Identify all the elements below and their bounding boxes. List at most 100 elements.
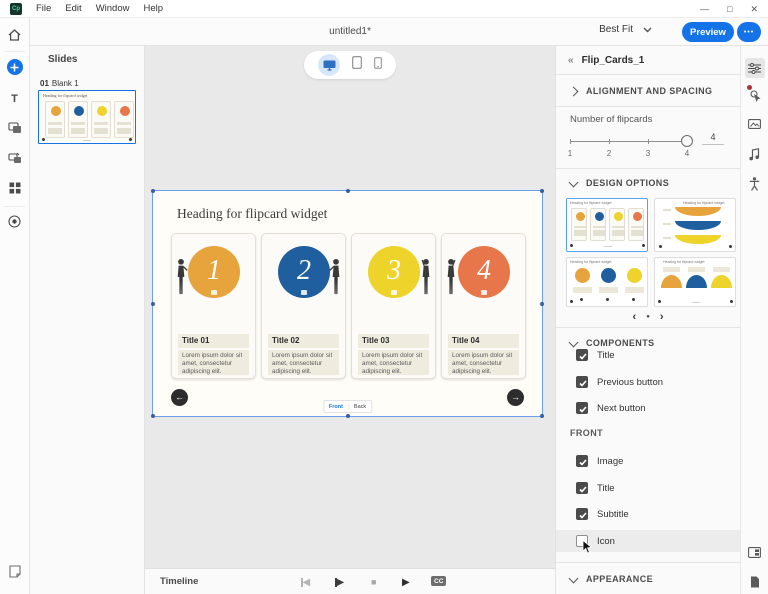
pager-next-icon[interactable]: ›: [660, 311, 664, 323]
slide-stage[interactable]: Heading for flipcard widget 1 Title 01 L…: [152, 190, 543, 417]
header-bar: untitled1* Best Fit Preview •••: [0, 18, 768, 46]
card-title: Title 02: [268, 334, 339, 348]
add-object-icon[interactable]: [6, 58, 24, 76]
resize-handle[interactable]: [540, 414, 544, 418]
menu-help[interactable]: Help: [143, 3, 163, 14]
front-title-row[interactable]: Title: [556, 477, 740, 499]
design-options-section-header[interactable]: DESIGN OPTIONS: [556, 170, 740, 196]
flipcard-2[interactable]: 2 Title 02 Lorem ipsum dolor sit amet, c…: [261, 233, 346, 379]
text-tool-icon[interactable]: T: [6, 90, 24, 108]
step-forward-button[interactable]: ▶: [335, 574, 344, 590]
person-figure-icon: [328, 258, 344, 296]
flipcard-3[interactable]: 3 Title 03 Lorem ipsum dolor sit amet, c…: [351, 233, 436, 379]
back-tab[interactable]: Back: [349, 404, 371, 410]
design-option-3[interactable]: Heading for flipcard widget: [566, 257, 648, 307]
more-options-button[interactable]: •••: [737, 22, 761, 42]
design-option-1[interactable]: Heading for flipcard widget: [566, 198, 648, 252]
pager-dot-icon[interactable]: ●: [646, 314, 650, 320]
flipcard-1[interactable]: 1 Title 01 Lorem ipsum dolor sit amet, c…: [171, 233, 256, 379]
resize-handle[interactable]: [151, 414, 155, 418]
design-option-2[interactable]: Heading for flipcard widget: [654, 198, 736, 252]
design-pager: ‹ ● ›: [556, 311, 740, 323]
tablet-icon: [352, 56, 362, 69]
design-option-4[interactable]: Heading for flipcard widget: [654, 257, 736, 307]
collapse-panel-icon[interactable]: «: [568, 55, 574, 66]
play-button[interactable]: ▶: [402, 574, 410, 590]
front-subtitle-row[interactable]: Subtitle: [556, 503, 740, 525]
resize-handle[interactable]: [540, 189, 544, 193]
mouse-cursor-icon: [582, 540, 593, 554]
flipcard-4[interactable]: 4 Title 04 Lorem ipsum dolor sit amet, c…: [441, 233, 526, 379]
alignment-section-header[interactable]: ALIGNMENT AND SPACING: [556, 76, 740, 106]
card-chip-icon: [211, 290, 217, 295]
minimize-icon[interactable]: —: [700, 0, 709, 18]
interactions-icon[interactable]: [745, 86, 765, 106]
front-icon-row[interactable]: Icon: [556, 530, 740, 552]
properties-icon[interactable]: [745, 58, 765, 78]
flipcards-count-value[interactable]: 4: [702, 132, 724, 145]
desktop-icon: [323, 60, 336, 71]
timeline-bar: Timeline ◀ ▶ ■ ▶ CC: [145, 568, 555, 594]
document-panel-icon[interactable]: [745, 572, 765, 592]
layout-panel-icon[interactable]: [745, 542, 765, 562]
slide-number: 01: [40, 79, 49, 88]
zoom-fit-dropdown[interactable]: Best Fit: [599, 24, 652, 35]
component-next-row[interactable]: Next button: [556, 397, 740, 419]
pager-prev-icon[interactable]: ‹: [633, 311, 637, 323]
device-desktop-button[interactable]: [318, 54, 340, 76]
flipcards-count-label: Number of flipcards: [570, 114, 652, 125]
slider-handle[interactable]: [681, 135, 693, 147]
card-chip-icon: [391, 290, 397, 295]
front-image-row[interactable]: Image: [556, 450, 740, 472]
close-icon[interactable]: ✕: [750, 0, 758, 18]
accessibility-panel-icon[interactable]: [745, 174, 765, 194]
thumb-card: [91, 101, 111, 138]
menu-edit[interactable]: Edit: [65, 3, 81, 14]
maximize-icon[interactable]: □: [727, 0, 732, 18]
next-card-button[interactable]: →: [507, 389, 524, 406]
card-chip-icon: [301, 290, 307, 295]
checkbox-icon[interactable]: [576, 376, 588, 388]
stop-button[interactable]: ■: [371, 574, 376, 590]
widgets-tool-icon[interactable]: [6, 179, 24, 197]
component-title-row[interactable]: Title: [556, 344, 740, 366]
step-back-button[interactable]: ◀: [301, 574, 310, 590]
thumb-card: [68, 101, 88, 138]
resize-handle[interactable]: [346, 414, 350, 418]
closed-captions-button[interactable]: CC: [431, 576, 446, 586]
zoom-fit-label: Best Fit: [599, 24, 633, 35]
checkbox-icon[interactable]: [576, 482, 588, 494]
timeline-label: Timeline: [160, 576, 198, 587]
resize-handle[interactable]: [540, 302, 544, 306]
chevron-down-icon: [569, 177, 579, 187]
card-circle: 1: [188, 246, 240, 298]
appearance-section-header[interactable]: APPEARANCE: [556, 566, 740, 592]
widget-heading: Heading for flipcard widget: [177, 206, 327, 222]
component-previous-row[interactable]: Previous button: [556, 371, 740, 393]
resize-handle[interactable]: [346, 189, 350, 193]
notes-icon[interactable]: [6, 562, 24, 580]
resize-handle[interactable]: [151, 302, 155, 306]
media-tool-icon[interactable]: [6, 119, 24, 137]
interactive-tool-icon[interactable]: [6, 149, 24, 167]
preview-button[interactable]: Preview: [682, 22, 734, 42]
home-icon[interactable]: [6, 26, 24, 44]
media-panel-icon[interactable]: [745, 114, 765, 134]
device-tablet-button[interactable]: [352, 56, 362, 74]
previous-card-button[interactable]: ←: [171, 389, 188, 406]
resize-handle[interactable]: [151, 189, 155, 193]
slide-thumbnail[interactable]: Heading for flipcard widget: [38, 90, 136, 144]
flipcards-slider[interactable]: 1 2 3 4: [570, 141, 688, 142]
checkbox-icon[interactable]: [576, 349, 588, 361]
card-circle: 4: [458, 246, 510, 298]
device-phone-button[interactable]: [374, 56, 382, 74]
menu-window[interactable]: Window: [96, 3, 130, 14]
checkbox-icon[interactable]: [576, 402, 588, 414]
chevron-down-icon: [569, 573, 579, 583]
checkbox-icon[interactable]: [576, 455, 588, 467]
menu-file[interactable]: File: [36, 3, 51, 14]
record-tool-icon[interactable]: [6, 212, 24, 230]
checkbox-icon[interactable]: [576, 508, 588, 520]
audio-panel-icon[interactable]: [745, 144, 765, 164]
front-tab[interactable]: Front: [324, 404, 349, 410]
